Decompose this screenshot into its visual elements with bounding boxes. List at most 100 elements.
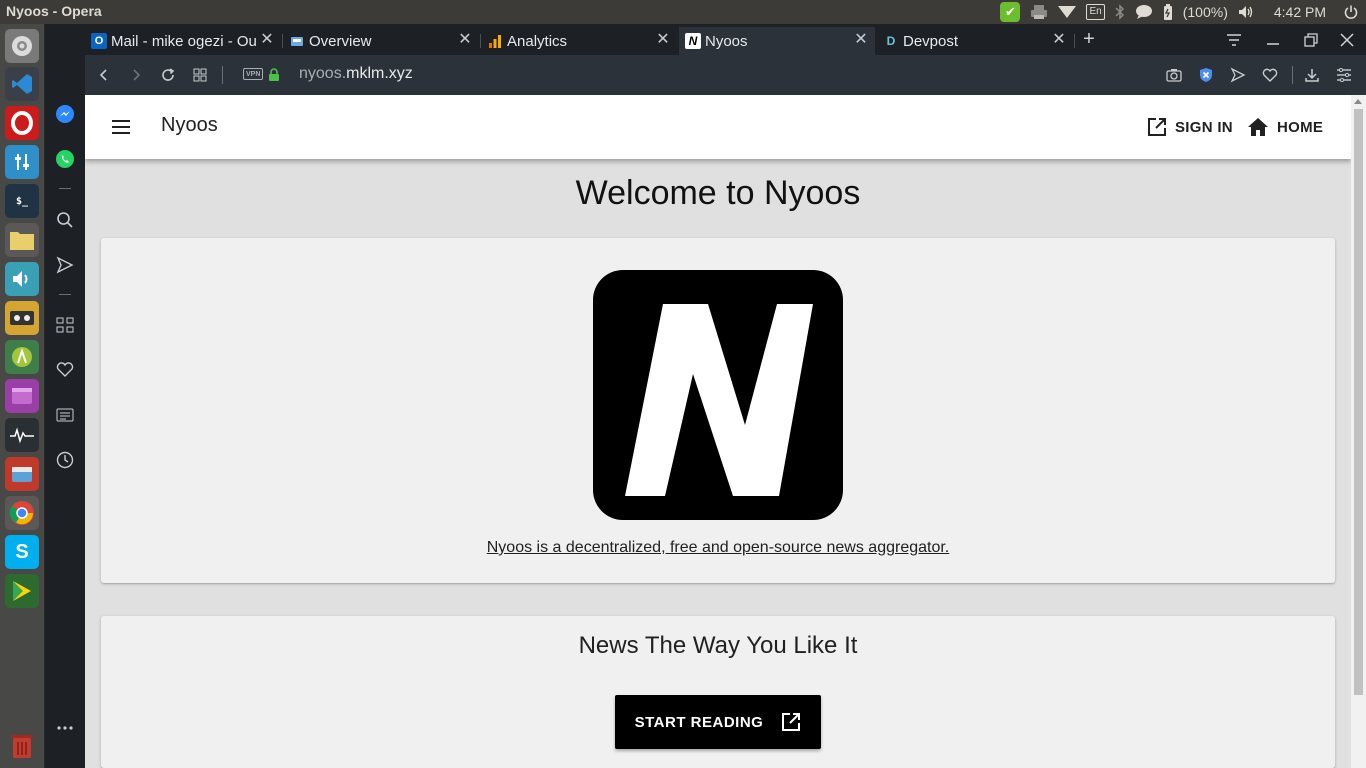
snapshot-icon[interactable]: [1162, 63, 1186, 87]
sidebar-divider: [59, 188, 71, 189]
chat-icon[interactable]: [1135, 4, 1153, 20]
launcher-chrome-icon[interactable]: [5, 496, 39, 530]
tab-label: Nyoos: [705, 32, 748, 50]
launcher-archive-icon[interactable]: [5, 457, 39, 491]
window-close-icon[interactable]: [1329, 24, 1365, 55]
home-icon: [1248, 118, 1268, 136]
page-viewport: Nyoos SIGN IN HOME Welcome to Nyoos Nyoo…: [85, 95, 1351, 768]
scrollbar-thumb[interactable]: [1354, 109, 1363, 695]
url-field[interactable]: nyoos.mklm.xyz: [299, 65, 413, 83]
opera-sidebar: [45, 24, 85, 768]
launcher-cassette-icon[interactable]: [5, 301, 39, 335]
start-reading-label: START READING: [634, 713, 764, 731]
update-check-icon[interactable]: ✔: [1000, 2, 1021, 22]
nyoos-logo: [593, 270, 843, 520]
vpn-badge[interactable]: VPN: [243, 68, 264, 80]
search-icon[interactable]: [53, 208, 77, 232]
app-brand-title[interactable]: Nyoos: [161, 114, 218, 137]
bookmark-heart-icon[interactable]: [1258, 63, 1282, 87]
wifi-icon[interactable]: [1058, 5, 1077, 19]
address-bar: VPN nyoos.mklm.xyz: [85, 55, 1366, 95]
more-icon[interactable]: [53, 716, 77, 740]
send-to-flow-icon[interactable]: [1226, 63, 1250, 87]
launcher-android-studio-icon[interactable]: [5, 340, 39, 374]
launcher-skype-icon[interactable]: S: [5, 535, 39, 569]
close-icon[interactable]: ✕: [655, 32, 671, 48]
speed-dial-icon[interactable]: [53, 313, 77, 337]
launcher-software-icon[interactable]: [5, 379, 39, 413]
page-scrollbar[interactable]: [1351, 95, 1366, 768]
devpost-icon: D: [886, 34, 896, 48]
restore-icon[interactable]: [1293, 24, 1329, 55]
minimize-icon[interactable]: [1255, 24, 1291, 55]
start-reading-button[interactable]: START READING: [615, 695, 821, 749]
tab-mail[interactable]: O Mail - mike ogezi - Ou ✕: [85, 27, 281, 55]
home-label: HOME: [1277, 118, 1324, 136]
news-icon[interactable]: [53, 403, 77, 427]
printer-icon[interactable]: [1030, 4, 1048, 20]
url-prefix: nyoos.: [299, 65, 347, 82]
close-icon[interactable]: ✕: [457, 32, 473, 48]
launcher-opera-icon[interactable]: [5, 106, 39, 140]
volume-icon[interactable]: [1238, 5, 1254, 19]
tabs-grid-icon[interactable]: [188, 63, 212, 87]
messenger-icon[interactable]: [53, 102, 77, 126]
whatsapp-icon[interactable]: [53, 147, 77, 171]
unity-launcher: $_ S: [0, 24, 45, 768]
close-icon[interactable]: ✕: [1051, 32, 1067, 48]
home-button[interactable]: HOME: [1247, 113, 1323, 141]
hamburger-menu-icon[interactable]: [105, 111, 137, 143]
launcher-trash-icon[interactable]: [5, 729, 39, 763]
tab-devpost[interactable]: D Devpost ✕: [877, 27, 1073, 55]
launcher-files-icon[interactable]: [5, 223, 39, 257]
sign-in-label: SIGN IN: [1175, 118, 1233, 136]
launcher-volume-icon[interactable]: [5, 262, 39, 296]
cta-card: News The Way You Like It START READING: [101, 616, 1335, 768]
launcher-system-monitor-icon[interactable]: [5, 418, 39, 452]
tab-label: Mail - mike ogezi - Ou: [111, 32, 257, 50]
window-title: Nyoos - Opera: [6, 3, 102, 19]
close-icon[interactable]: ✕: [853, 32, 869, 48]
tab-label: Analytics: [507, 32, 568, 50]
send-icon[interactable]: [53, 253, 77, 277]
tab-nyoos[interactable]: N Nyoos ✕: [679, 27, 875, 55]
launcher-play-icon[interactable]: [5, 574, 39, 608]
ad-blocker-icon[interactable]: [1194, 63, 1218, 87]
cta-heading: News The Way You Like It: [578, 632, 858, 659]
keyboard-layout-indicator[interactable]: En: [1086, 4, 1105, 20]
tagline-link[interactable]: Nyoos is a decentralized, free and open-…: [487, 539, 950, 556]
sign-in-button[interactable]: SIGN IN: [1147, 113, 1233, 141]
lock-icon[interactable]: [262, 63, 286, 87]
download-icon[interactable]: [1300, 63, 1324, 87]
heart-icon[interactable]: [53, 358, 77, 382]
history-icon[interactable]: [53, 448, 77, 472]
addr-divider: [1292, 66, 1293, 84]
launcher-system-settings-icon[interactable]: [5, 29, 39, 63]
back-icon[interactable]: [92, 63, 116, 87]
new-tab-button[interactable]: +: [1071, 24, 1107, 55]
launcher-vscode-icon[interactable]: [5, 67, 39, 101]
outlook-icon: O: [91, 33, 107, 49]
system-top-panel: Nyoos - Opera ✔ En (100%) 4:42 PM: [0, 0, 1366, 24]
reload-icon[interactable]: [156, 63, 180, 87]
battery-icon[interactable]: [1163, 4, 1173, 20]
scroll-up-arrow[interactable]: [1354, 99, 1362, 104]
launcher-sound-mixer-icon[interactable]: [5, 145, 39, 179]
forward-icon[interactable]: [124, 63, 148, 87]
easy-setup-icon[interactable]: [1332, 63, 1356, 87]
tab-overview[interactable]: Overview ✕: [283, 27, 479, 55]
app-bar: Nyoos SIGN IN HOME: [85, 95, 1351, 159]
close-icon[interactable]: ✕: [259, 32, 275, 48]
bluetooth-icon[interactable]: [1115, 4, 1125, 20]
clock[interactable]: 4:42 PM: [1274, 4, 1326, 20]
analytics-icon: [487, 33, 503, 49]
launcher-terminal-icon[interactable]: $_: [5, 184, 39, 218]
tab-menu-icon[interactable]: [1216, 24, 1252, 55]
power-icon[interactable]: [1344, 5, 1358, 19]
open-external-icon: [782, 713, 801, 731]
tab-label: Devpost: [903, 32, 959, 50]
url-domain: mklm.xyz: [346, 65, 413, 82]
tab-analytics[interactable]: Analytics ✕: [481, 27, 677, 55]
system-tray: ✔ En (100%) 4:42 PM: [1000, 0, 1358, 24]
sidebar-divider: [59, 294, 71, 295]
